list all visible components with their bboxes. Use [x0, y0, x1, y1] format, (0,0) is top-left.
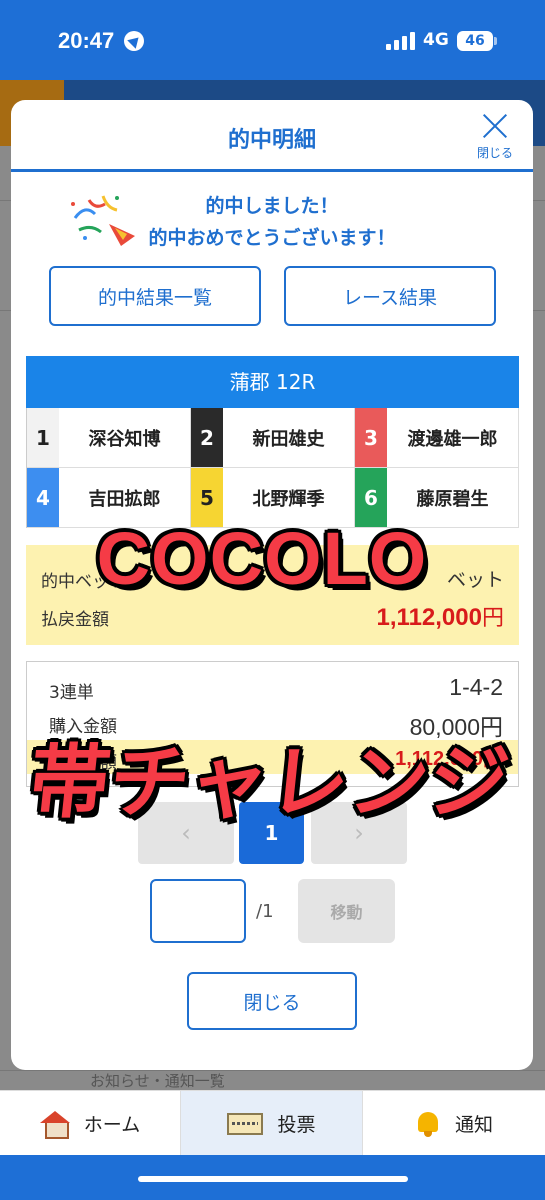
- racer-grid: 1 深谷知博 2 新田雄史 3 渡邊雄一郎 4 吉田拡郎 5 北野輝季 6 藤原碧生: [26, 408, 519, 528]
- close-icon: [481, 112, 509, 140]
- network-type: 4G: [423, 30, 449, 50]
- bet-combination: 1-4-2: [449, 674, 503, 700]
- overlay-caption-cocolo: COCOLO: [96, 517, 428, 600]
- congrats-line-1: 的中しました！: [205, 195, 339, 217]
- location-icon: [124, 31, 144, 51]
- racer-number: 1: [27, 408, 59, 467]
- home-icon: [39, 1110, 70, 1139]
- race-result-button[interactable]: レース結果: [284, 266, 496, 326]
- racer-name: 北野輝季: [252, 488, 325, 510]
- nav-vote-label: 投票: [277, 1114, 316, 1136]
- nav-home[interactable]: ホーム: [0, 1091, 180, 1156]
- racer-name: 新田雄史: [252, 428, 325, 450]
- congrats-line-2: 的中おめでとうございます！: [148, 227, 396, 249]
- racer-number: 3: [355, 408, 387, 467]
- racer-cell: 1 深谷知博: [27, 408, 191, 468]
- modal-title: 的中明細: [227, 128, 316, 153]
- close-button[interactable]: 閉じる: [187, 972, 357, 1030]
- close-top-button[interactable]: 閉じる: [471, 110, 519, 162]
- bell-icon: [415, 1110, 441, 1138]
- racer-cell: 2 新田雄史: [191, 408, 355, 468]
- modal-header: 的中明細 閉じる: [11, 100, 533, 172]
- background-notice-link: お知らせ・通知一覧: [90, 1072, 225, 1090]
- home-indicator-area: [0, 1155, 545, 1200]
- congrats-message: 的中しました！ 的中おめでとうございます！: [11, 190, 533, 254]
- nav-home-label: ホーム: [83, 1114, 141, 1136]
- status-time: 20:47: [58, 28, 115, 53]
- home-indicator: [138, 1176, 408, 1182]
- hit-result-list-button[interactable]: 的中結果一覧: [49, 266, 261, 326]
- nav-notice-label: 通知: [454, 1114, 493, 1136]
- racer-name: 深谷知博: [88, 428, 161, 450]
- status-bar: 20:47 4G 46: [0, 0, 545, 80]
- racer-name: 吉田拡郎: [88, 488, 161, 510]
- page-total: /1: [256, 901, 274, 922]
- nav-notice[interactable]: 通知: [363, 1091, 545, 1156]
- close-top-label: 閉じる: [476, 146, 513, 160]
- move-button[interactable]: 移動: [298, 879, 395, 943]
- bottom-nav: ホーム 投票 通知: [0, 1090, 545, 1156]
- ticket-icon: [227, 1112, 264, 1135]
- refund-amount-label: 払戻金額: [41, 610, 109, 630]
- signal-icon: [386, 32, 416, 50]
- battery-icon: 46: [457, 31, 497, 51]
- racer-number: 2: [191, 408, 223, 467]
- racer-cell: 3 渡邊雄一郎: [355, 408, 519, 468]
- race-title: 蒲郡 12R: [26, 356, 519, 408]
- page-number-input[interactable]: [150, 879, 246, 943]
- racer-number: 4: [27, 468, 59, 527]
- racer-name: 渡邊雄一郎: [407, 428, 498, 450]
- hit-bet-count-value: ベット: [446, 569, 504, 591]
- refund-amount-value: 1,112,000円: [376, 604, 504, 631]
- overlay-caption-challenge: 帯チャレンジ: [24, 736, 514, 829]
- bet-type: 3連単: [49, 683, 94, 703]
- racer-name: 藤原碧生: [416, 488, 489, 510]
- nav-vote[interactable]: 投票: [180, 1091, 363, 1156]
